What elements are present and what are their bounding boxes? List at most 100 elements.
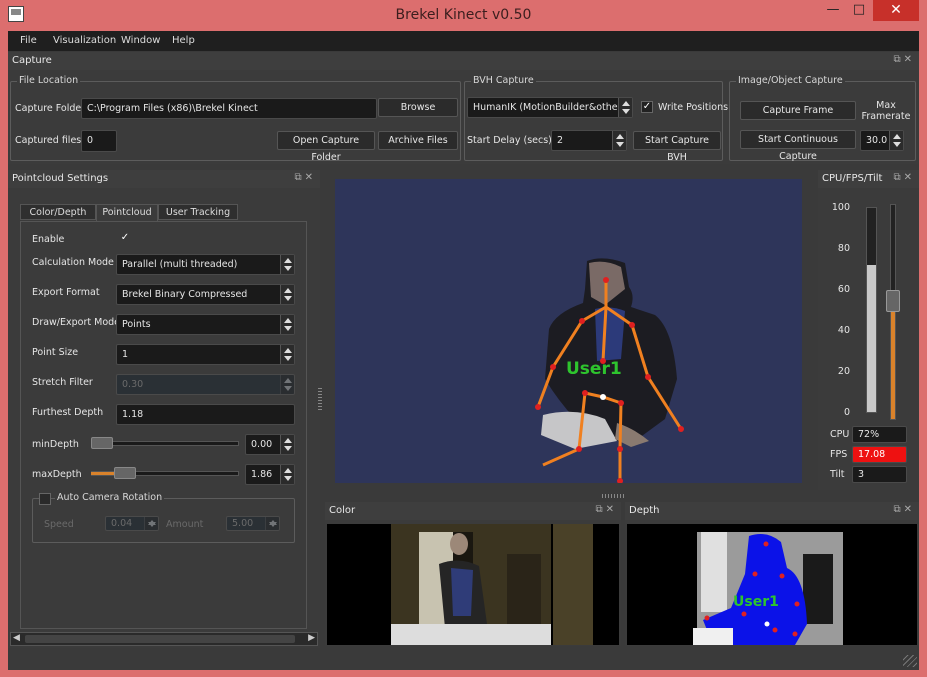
auto-camera-rotation-group: Auto Camera Rotation Speed 0.04 Amount 5… xyxy=(32,492,295,543)
calculation-mode-select[interactable]: Parallel (multi threaded) xyxy=(116,254,295,275)
minimize-button[interactable]: — xyxy=(820,0,846,21)
viewport-canvas[interactable]: User1 xyxy=(335,179,802,483)
menu-file[interactable]: File xyxy=(20,31,37,51)
point-size-input[interactable]: 1 xyxy=(116,344,295,365)
menu-window[interactable]: Window xyxy=(121,31,160,51)
draw-export-mode-arrows-icon xyxy=(280,315,294,334)
tab-pointcloud[interactable]: Pointcloud xyxy=(96,204,158,221)
cpu-usage-bar xyxy=(866,207,877,413)
scroll-left-icon[interactable]: ◀ xyxy=(13,633,20,643)
min-depth-spinner-icon[interactable] xyxy=(280,435,294,454)
max-depth-input[interactable]: 1.86 xyxy=(245,464,295,485)
amount-input: 5.00 xyxy=(226,516,280,531)
pointcloud-panel-title: Pointcloud Settings xyxy=(8,170,320,188)
start-delay-spinner-icon[interactable] xyxy=(612,131,626,150)
draw-export-mode-select[interactable]: Points xyxy=(116,314,295,335)
point-size-spinner-icon[interactable] xyxy=(280,345,294,364)
furthest-depth-label: Furthest Depth xyxy=(32,407,104,418)
tab-color-depth[interactable]: Color/Depth xyxy=(20,204,96,220)
start-delay-label: Start Delay (secs) xyxy=(467,135,552,146)
close-button[interactable]: ✕ xyxy=(873,0,919,21)
enable-checkbox[interactable]: ✓ xyxy=(119,233,131,245)
calculation-mode-value: Parallel (multi threaded) xyxy=(122,259,238,270)
speed-value: 0.04 xyxy=(111,518,133,529)
fps-value: 17.08 xyxy=(852,446,907,463)
export-format-select[interactable]: Brekel Binary Compressed xyxy=(116,284,295,305)
export-format-label: Export Format xyxy=(32,287,100,298)
max-depth-value: 1.86 xyxy=(251,469,273,480)
min-depth-value: 0.00 xyxy=(251,439,273,450)
write-positions-checkbox[interactable]: ✓ xyxy=(641,101,653,113)
3d-viewport[interactable]: User1 xyxy=(335,179,802,483)
start-delay-value: 2 xyxy=(557,135,564,146)
draw-export-mode-label: Draw/Export Mode xyxy=(32,317,121,328)
cpu-scale: 100 80 60 40 20 0 xyxy=(818,202,852,422)
capture-panel: Capture ⧉✕ File Location Capture Folder … xyxy=(8,52,919,164)
color-panel-title: Color xyxy=(325,502,621,520)
stretch-filter-label: Stretch Filter xyxy=(32,377,93,388)
capture-folder-label: Capture Folder xyxy=(15,103,86,114)
point-size-label: Point Size xyxy=(32,347,79,358)
auto-camera-rotation-checkbox[interactable] xyxy=(39,493,51,505)
start-delay-input[interactable]: 2 xyxy=(551,130,627,151)
scroll-thumb[interactable] xyxy=(25,635,295,643)
pointcloud-settings-panel: Pointcloud Settings ⧉✕ Color/Depth Point… xyxy=(8,170,320,648)
min-depth-slider-track[interactable] xyxy=(91,441,239,446)
color-camera-image xyxy=(391,524,593,645)
tilt-slider-fill xyxy=(891,301,895,419)
panel-float-close-icons[interactable]: ⧉✕ xyxy=(893,54,915,65)
furthest-depth-input[interactable]: 1.18 xyxy=(116,404,295,425)
depth-panel-title: Depth xyxy=(625,502,919,520)
menu-help[interactable]: Help xyxy=(172,31,195,51)
start-continuous-capture-button[interactable]: Start Continuous Capture xyxy=(740,130,856,162)
fps-label: FPS xyxy=(830,449,848,460)
color-camera-view xyxy=(327,524,619,645)
cpu-tick: 60 xyxy=(837,284,850,295)
image-capture-group: Image/Object Capture Capture Frame Max F… xyxy=(729,75,916,162)
pointcloud-tab-body: Enable ✓ Calculation Mode Parallel (mult… xyxy=(20,221,307,629)
max-framerate-input[interactable]: 30.0 xyxy=(860,130,904,151)
color-panel: Color ⧉✕ xyxy=(325,502,621,646)
bvh-capture-group: BVH Capture HumanIK (MotionBuilder&other… xyxy=(464,75,728,163)
capture-frame-button[interactable]: Capture Frame xyxy=(740,101,856,120)
panel-float-close-icons[interactable]: ⧉✕ xyxy=(595,504,617,515)
window-resize-grip[interactable] xyxy=(903,655,917,667)
amount-value: 5.00 xyxy=(232,518,254,529)
max-depth-slider-handle[interactable] xyxy=(114,467,136,479)
bvh-format-value: HumanIK (MotionBuilder&others) xyxy=(473,102,631,113)
horizontal-splitter-grip[interactable] xyxy=(602,494,626,498)
depth-camera-image: User1 xyxy=(693,532,843,645)
tilt-value: 3 xyxy=(852,466,907,483)
max-depth-slider-fill xyxy=(91,472,115,475)
max-framerate-value: 30.0 xyxy=(866,135,888,146)
maximize-button[interactable]: □ xyxy=(846,0,872,21)
open-capture-folder-button[interactable]: Open Capture Folder xyxy=(277,131,375,163)
bvh-format-select[interactable]: HumanIK (MotionBuilder&others) xyxy=(467,97,633,118)
min-depth-slider-handle[interactable] xyxy=(91,437,113,449)
vertical-splitter-grip[interactable] xyxy=(318,388,322,412)
scroll-right-icon[interactable]: ▶ xyxy=(308,633,315,643)
tilt-label: Tilt xyxy=(830,469,845,480)
browse-button[interactable]: Browse xyxy=(378,98,458,117)
stretch-filter-spinner-icon xyxy=(280,375,294,394)
menu-visualization[interactable]: Visualization xyxy=(53,31,116,51)
min-depth-input[interactable]: 0.00 xyxy=(245,434,295,455)
panel-float-close-icons[interactable]: ⧉✕ xyxy=(893,172,915,183)
panel-float-close-icons[interactable]: ⧉✕ xyxy=(294,172,316,183)
panel-float-close-icons[interactable]: ⧉✕ xyxy=(893,504,915,515)
cpu-tick: 80 xyxy=(837,243,850,254)
start-capture-bvh-button[interactable]: Start Capture BVH xyxy=(633,131,721,163)
max-framerate-label: Max Framerate xyxy=(861,100,911,122)
tab-user-tracking[interactable]: User Tracking xyxy=(158,204,238,220)
archive-files-button[interactable]: Archive Files xyxy=(378,131,458,150)
max-depth-spinner-icon[interactable] xyxy=(280,465,294,484)
speed-spinner-icon xyxy=(144,517,158,530)
skeleton-right-leg xyxy=(618,402,623,479)
draw-export-mode-value: Points xyxy=(122,319,151,330)
capture-folder-input[interactable]: C:\Program Files (x86)\Brekel Kinect xyxy=(81,98,377,119)
max-framerate-spinner-icon[interactable] xyxy=(889,131,903,150)
tilt-slider-handle[interactable] xyxy=(886,290,900,313)
pointcloud-horizontal-scrollbar[interactable]: ◀ ▶ xyxy=(10,632,318,646)
file-location-group: File Location Capture Folder C:\Program … xyxy=(10,75,461,163)
cpu-label: CPU xyxy=(830,429,850,440)
